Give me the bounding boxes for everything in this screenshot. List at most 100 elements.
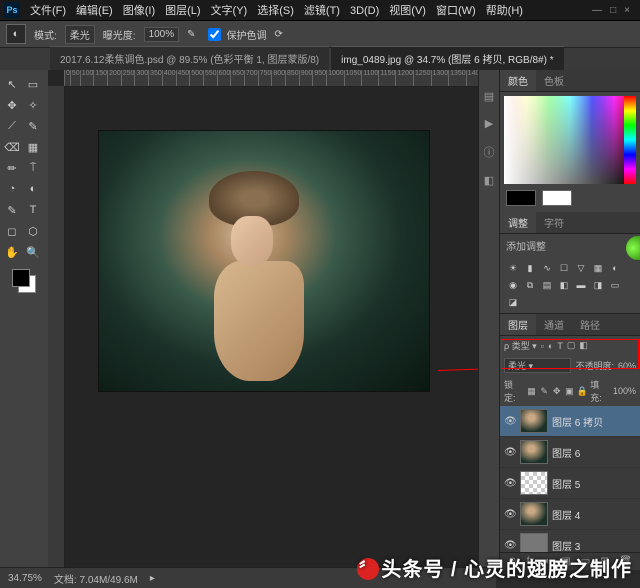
current-tool-icon[interactable]: ◐ — [6, 24, 26, 44]
character-tab[interactable]: 字符 — [536, 212, 572, 233]
filter-smart-icon[interactable]: ◧ — [579, 340, 588, 351]
tool-button[interactable]: ⍑ — [23, 158, 43, 178]
menu-item[interactable]: 文件(F) — [25, 3, 71, 19]
menu-item[interactable]: 选择(S) — [252, 3, 299, 19]
tool-button[interactable]: ⬡ — [23, 221, 43, 241]
layer-row[interactable]: 👁 图层 6 拷贝 — [500, 406, 640, 437]
tool-button[interactable]: ✋ — [2, 242, 22, 262]
layer-row[interactable]: 👁 图层 6 — [500, 437, 640, 468]
tool-button[interactable]: ✥ — [2, 95, 22, 115]
channels-tab[interactable]: 通道 — [536, 314, 572, 335]
filter-text-icon[interactable]: T — [557, 341, 563, 351]
threshold-icon[interactable]: ◨ — [591, 278, 605, 292]
layer-row[interactable]: 👁 图层 5 — [500, 468, 640, 499]
actions-panel-icon[interactable]: ▶ — [485, 117, 493, 130]
airbrush-icon[interactable]: ✎ — [187, 29, 195, 40]
tool-button[interactable]: ◐ — [23, 179, 43, 199]
mixer-icon[interactable]: ⧉ — [523, 278, 537, 292]
document-tab[interactable]: 2017.6.12柔焦调色.psd @ 89.5% (色彩平衡 1, 图层蒙版/… — [50, 46, 329, 70]
menu-item[interactable]: 滤镜(T) — [299, 3, 345, 19]
layer-opacity-value[interactable]: 60% — [618, 361, 636, 371]
menu-item[interactable]: 帮助(H) — [481, 3, 528, 19]
adjustments-tab[interactable]: 调整 — [500, 212, 536, 233]
tool-button[interactable]: ✎ — [23, 116, 43, 136]
fg-color-swatch[interactable] — [506, 190, 536, 206]
posterize-icon[interactable]: ▬ — [574, 278, 588, 292]
canvas-area[interactable]: 0501001502002503003504004505005506006507… — [48, 70, 478, 570]
history-brush-icon[interactable]: ⟳ — [275, 29, 283, 40]
tool-button[interactable]: ✧ — [23, 95, 43, 115]
layer-thumbnail[interactable] — [520, 409, 548, 433]
layer-visibility-icon[interactable]: 👁 — [504, 447, 516, 458]
brightness-icon[interactable]: ☀ — [506, 261, 520, 275]
layer-name[interactable]: 图层 5 — [552, 476, 636, 491]
document-tab[interactable]: img_0489.jpg @ 34.7% (图层 6 拷贝, RGB/8#) * — [331, 46, 563, 70]
tool-button[interactable]: ✎ — [2, 200, 22, 220]
layer-name[interactable]: 图层 4 — [552, 507, 636, 522]
fill-value[interactable]: 100% — [613, 386, 636, 396]
window-minimize[interactable]: — — [592, 5, 602, 16]
history-panel-icon[interactable]: ▤ — [484, 90, 494, 103]
menu-item[interactable]: 编辑(E) — [71, 3, 118, 19]
menu-item[interactable]: 窗口(W) — [431, 3, 481, 19]
layer-thumbnail[interactable] — [520, 471, 548, 495]
swatches-tab[interactable]: 色板 — [536, 70, 572, 91]
zoom-level[interactable]: 34.75% — [8, 573, 42, 584]
layer-thumbnail[interactable] — [520, 502, 548, 526]
tool-button[interactable]: ◔ — [2, 179, 22, 199]
layer-name[interactable]: 图层 3 — [552, 538, 636, 553]
tool-button[interactable]: T — [23, 200, 43, 220]
layer-visibility-icon[interactable]: 👁 — [504, 416, 516, 427]
filter-pixel-icon[interactable]: ▫ — [541, 341, 544, 351]
layer-visibility-icon[interactable]: 👁 — [504, 478, 516, 489]
protect-tones-checkbox[interactable] — [208, 28, 221, 41]
lookup-icon[interactable]: ▤ — [540, 278, 554, 292]
curves-icon[interactable]: ∿ — [540, 261, 554, 275]
gradient-map-icon[interactable]: ▭ — [608, 278, 622, 292]
layer-name[interactable]: 图层 6 — [552, 445, 636, 460]
lock-pixels-icon[interactable]: ✎ — [539, 386, 549, 396]
layers-tab[interactable]: 图层 — [500, 314, 536, 335]
lock-position-icon[interactable]: ✥ — [552, 386, 562, 396]
tool-button[interactable]: ▦ — [23, 137, 43, 157]
menu-item[interactable]: 3D(D) — [345, 3, 384, 19]
layer-row[interactable]: 👁 图层 3 — [500, 530, 640, 552]
lock-transparency-icon[interactable]: ▦ — [527, 386, 537, 396]
hue-slider[interactable] — [624, 96, 636, 184]
window-maximize[interactable]: □ — [610, 5, 616, 16]
tool-button[interactable]: ◻ — [2, 221, 22, 241]
vibrance-icon[interactable]: ▽ — [574, 261, 588, 275]
filter-shape-icon[interactable]: ▢ — [567, 340, 576, 351]
tool-button[interactable]: ↖ — [2, 74, 22, 94]
hue-icon[interactable]: ▦ — [591, 261, 605, 275]
exposure-icon[interactable]: ☐ — [557, 261, 571, 275]
fg-swatch[interactable] — [12, 269, 30, 287]
layer-name[interactable]: 图层 6 拷贝 — [552, 414, 636, 429]
invert-icon[interactable]: ◧ — [557, 278, 571, 292]
blend-mode-select[interactable]: 柔光 — [65, 25, 95, 44]
selective-icon[interactable]: ◪ — [506, 295, 520, 309]
filter-adjust-icon[interactable]: ◐ — [548, 341, 553, 351]
lock-artboard-icon[interactable]: ▣ — [565, 386, 575, 396]
layer-visibility-icon[interactable]: 👁 — [504, 540, 516, 551]
window-close[interactable]: × — [624, 5, 630, 16]
tool-button[interactable]: ⟋ — [2, 116, 22, 136]
menu-item[interactable]: 图层(L) — [160, 3, 205, 19]
color-picker[interactable] — [504, 96, 636, 184]
menu-item[interactable]: 视图(V) — [384, 3, 431, 19]
layer-thumbnail[interactable] — [520, 533, 548, 552]
layer-blend-mode[interactable]: 柔光 ▾ — [504, 358, 571, 373]
bw-icon[interactable]: ◐ — [608, 261, 622, 275]
photo-filter-icon[interactable]: ◉ — [506, 278, 520, 292]
tool-button[interactable]: ⌫ — [2, 137, 22, 157]
info-panel-icon[interactable]: ⓘ — [484, 144, 495, 160]
exposure-value[interactable]: 100% — [144, 27, 180, 42]
color-tab[interactable]: 颜色 — [500, 70, 536, 91]
tool-button[interactable]: 🔍 — [23, 242, 43, 262]
layer-row[interactable]: 👁图层 4 — [500, 499, 640, 530]
properties-panel-icon[interactable]: ◧ — [484, 174, 494, 187]
tool-button[interactable]: ▭ — [23, 74, 43, 94]
bg-color-swatch[interactable] — [542, 190, 572, 206]
tool-button[interactable]: ✏ — [2, 158, 22, 178]
menu-item[interactable]: 文字(Y) — [206, 3, 253, 19]
